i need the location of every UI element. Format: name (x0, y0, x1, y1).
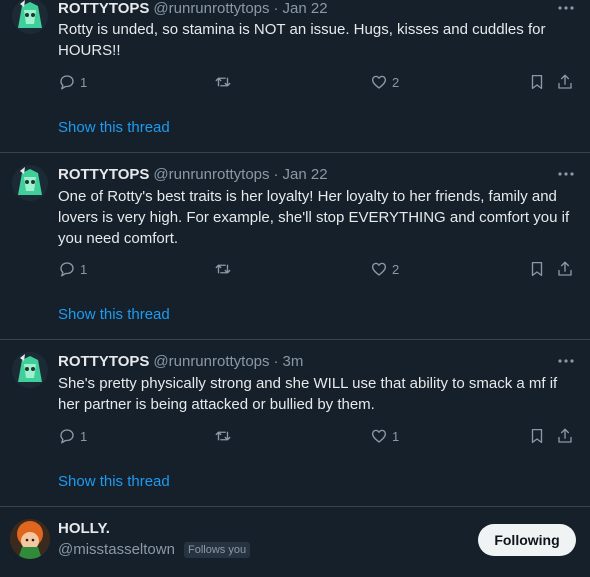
author-name[interactable]: ROTTYTOPS (58, 0, 149, 17)
bookmark-icon (531, 74, 543, 90)
tweet-text: She's pretty physically strong and she W… (58, 375, 558, 413)
bookmark-icon (531, 261, 543, 277)
author-handle[interactable]: @runrunrottytops (153, 0, 269, 17)
like-button[interactable]: 1 (370, 426, 399, 446)
bookmark-button[interactable] (528, 72, 546, 92)
tweet[interactable]: ROTTYTOPS @runrunrottytops · Jan 22 One … (0, 153, 590, 340)
retweet-icon (215, 431, 231, 441)
tweet-header: ROTTYTOPS @runrunrottytops · Jan 22 (58, 164, 328, 184)
reply-count: 1 (80, 428, 88, 444)
reply-icon (60, 429, 74, 444)
like-count: 2 (392, 261, 400, 277)
avatar[interactable] (12, 0, 48, 34)
tweet-actions: 1 2 (58, 72, 578, 92)
user-handle[interactable]: @misstasseltown (58, 541, 175, 558)
retweet-button[interactable] (214, 426, 232, 446)
retweet-button[interactable] (214, 259, 232, 279)
bookmark-button[interactable] (528, 259, 546, 279)
separator-dot: · (273, 165, 279, 183)
following-button[interactable]: Following (478, 524, 576, 556)
tweet-text: One of Rotty's best traits is her loyalt… (58, 188, 570, 247)
reply-button[interactable]: 1 (58, 426, 87, 446)
tweet-actions: 1 2 (58, 259, 578, 279)
retweet-icon (215, 264, 231, 274)
reply-button[interactable]: 1 (58, 259, 87, 279)
tweet-actions: 1 1 (58, 426, 578, 446)
tweet[interactable]: ROTTYTOPS @runrunrottytops · 3m She's pr… (0, 340, 590, 507)
avatar[interactable] (12, 352, 48, 388)
reply-icon (60, 75, 74, 90)
timestamp[interactable]: Jan 22 (283, 166, 328, 183)
retweet-button[interactable] (214, 72, 232, 92)
more-icon[interactable] (556, 351, 576, 371)
show-thread-link[interactable]: Show this thread (58, 473, 170, 490)
share-button[interactable] (556, 259, 574, 279)
author-name[interactable]: ROTTYTOPS (58, 166, 149, 183)
user-avatar[interactable] (10, 519, 50, 559)
timestamp[interactable]: Jan 22 (283, 0, 328, 17)
tweet-header: ROTTYTOPS @runrunrottytops · Jan 22 (58, 0, 328, 18)
show-thread-link[interactable]: Show this thread (58, 119, 170, 136)
reply-button[interactable]: 1 (58, 72, 87, 92)
avatar[interactable] (12, 165, 48, 201)
share-button[interactable] (556, 72, 574, 92)
more-icon[interactable] (556, 0, 576, 18)
more-icon[interactable] (556, 164, 576, 184)
tweet-text: Rotty is unded, so stamina is NOT an iss… (58, 21, 546, 59)
show-thread-link[interactable]: Show this thread (58, 306, 170, 323)
share-icon (558, 428, 572, 443)
reply-count: 1 (80, 261, 88, 277)
like-icon (371, 429, 387, 443)
like-icon (371, 262, 387, 276)
tweet-header: ROTTYTOPS @runrunrottytops · 3m (58, 351, 303, 371)
separator-dot: · (273, 0, 279, 17)
retweet-icon (215, 77, 231, 87)
bookmark-button[interactable] (528, 426, 546, 446)
reply-icon (60, 262, 74, 277)
separator-dot: · (273, 352, 279, 370)
like-icon (371, 75, 387, 89)
reply-count: 1 (80, 74, 88, 90)
like-count: 1 (392, 428, 400, 444)
user-card[interactable]: HOLLY. @misstasseltown Follows you Follo… (0, 507, 590, 577)
timestamp[interactable]: 3m (283, 353, 304, 370)
like-button[interactable]: 2 (370, 72, 399, 92)
share-icon (558, 74, 572, 89)
like-count: 2 (392, 74, 400, 90)
bookmark-icon (531, 428, 543, 444)
author-handle[interactable]: @runrunrottytops (153, 166, 269, 183)
author-name[interactable]: ROTTYTOPS (58, 353, 149, 370)
user-name[interactable]: HOLLY. (58, 520, 110, 537)
share-icon (558, 261, 572, 276)
follows-you-badge: Follows you (184, 542, 251, 558)
author-handle[interactable]: @runrunrottytops (153, 353, 269, 370)
share-button[interactable] (556, 426, 574, 446)
like-button[interactable]: 2 (370, 259, 399, 279)
tweet[interactable]: ROTTYTOPS @runrunrottytops · Jan 22 Rott… (0, 0, 590, 153)
